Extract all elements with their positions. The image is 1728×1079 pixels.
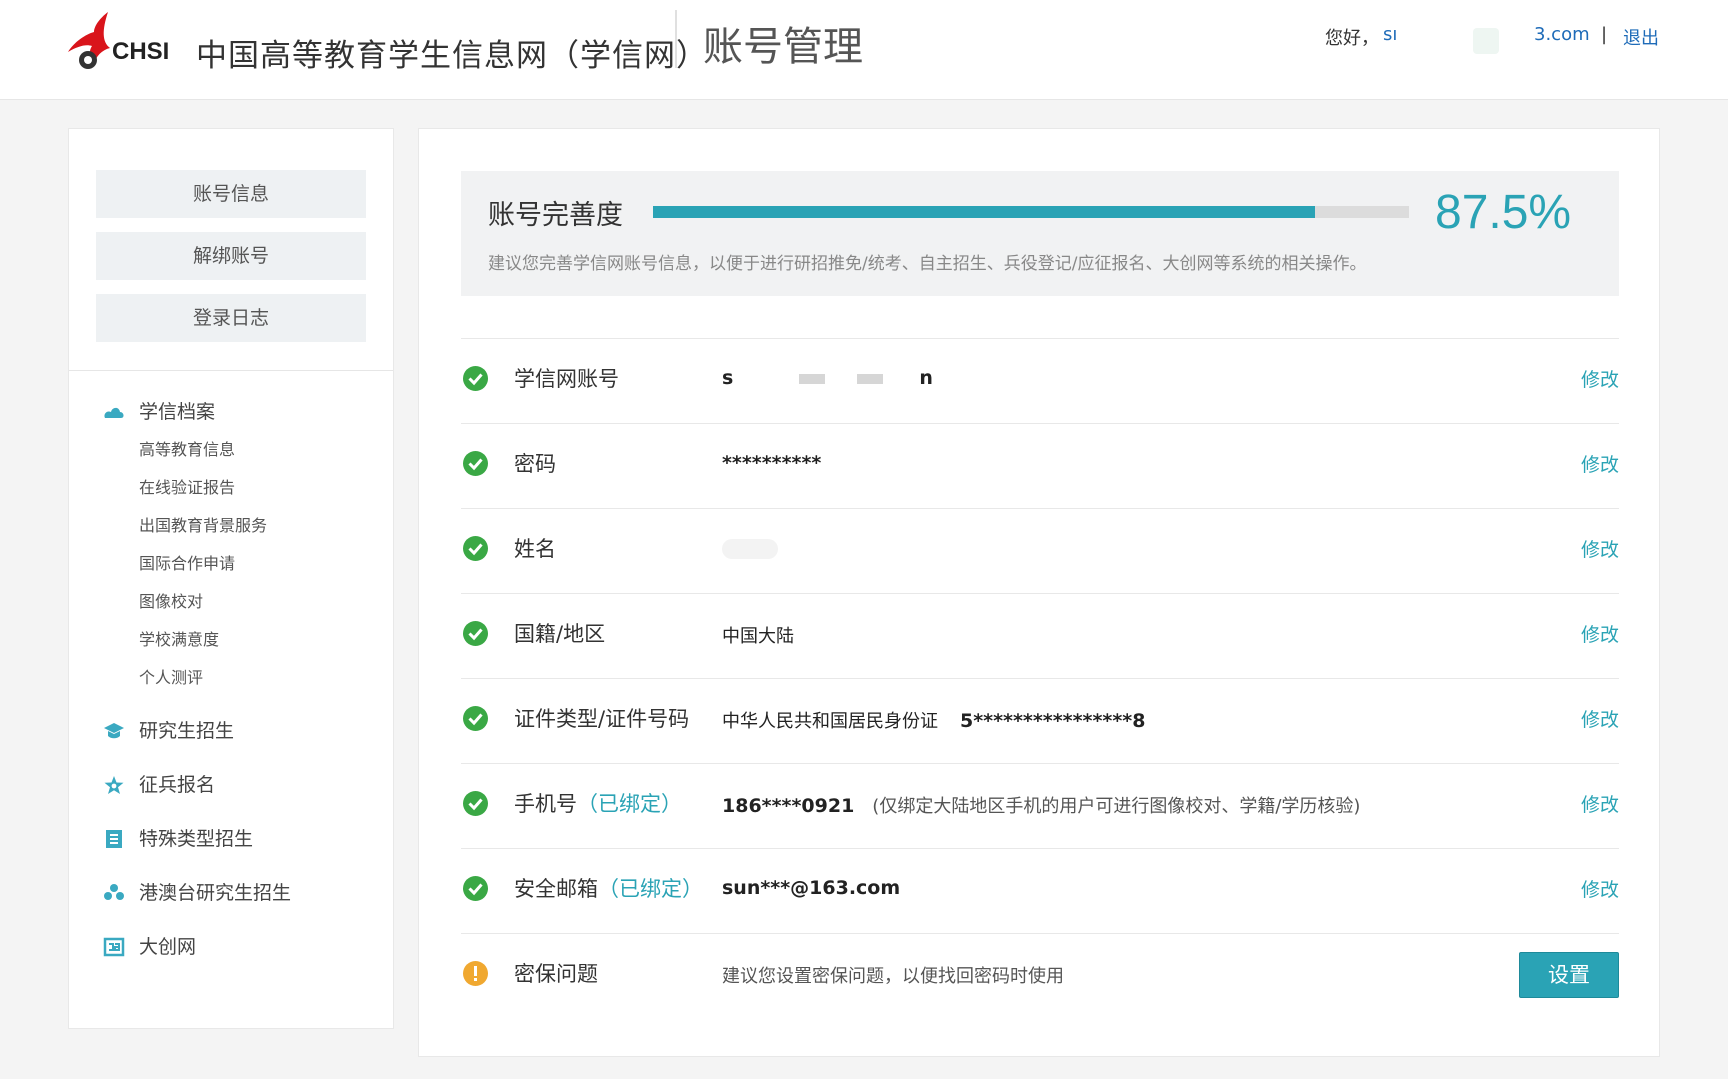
warning-circle-icon [463,961,488,986]
check-circle-icon [463,706,488,731]
sidebar-divider [69,370,393,371]
submenu-international-cooperation[interactable]: 国际合作申请 [139,552,235,576]
bound-badge: （已绑定） [598,877,703,901]
people-icon [104,884,124,900]
account-value-start: s [722,367,734,389]
logout-link[interactable]: 退出 [1623,24,1659,50]
completeness-progress-bar [653,206,1409,218]
menu-label: 研究生招生 [139,720,235,742]
check-circle-icon [463,791,488,816]
row-phone: 手机号（已绑定） 186****0921 (仅绑定大陆地区手机的用户可进行图像校对… [461,763,1619,848]
account-info-button[interactable]: 账号信息 [96,170,366,218]
check-circle-icon [463,451,488,476]
submenu-higher-education-info[interactable]: 高等教育信息 [139,438,235,462]
id-value: 中华人民共和国居民身份证 5****************8 [722,707,1145,733]
row-label: 姓名 [514,537,556,561]
row-account: 学信网账号 sn 修改 [461,338,1619,423]
row-email: 安全邮箱（已绑定） sun***@163.com 修改 [461,848,1619,933]
email-value: sun***@163.com [722,877,901,899]
security-question-tip: 建议您设置密保问题，以便找回密码时使用 [722,966,1064,987]
submenu-school-satisfaction[interactable]: 学校满意度 [139,628,219,652]
redaction-mark [799,373,826,384]
submenu-image-proofreading[interactable]: 图像校对 [139,590,203,614]
menu-label: 港澳台研究生招生 [139,882,292,904]
sidebar: 账号信息 解绑账号 登录日志 学信档案 高等教育信息 在线验证报告 出国教育背景… [68,128,394,1029]
graduation-cap-icon [104,723,124,739]
row-label: 国籍/地区 [514,622,606,646]
username-redaction [1397,26,1477,48]
header-separator: | [1601,24,1608,45]
phone-number: 186****0921 [722,795,855,817]
unbind-account-button[interactable]: 解绑账号 [96,232,366,280]
page-title: 账号管理 [703,24,863,70]
id-number: 5****************8 [960,710,1146,732]
edit-password-link[interactable]: 修改 [1581,450,1619,477]
row-password: 密码 ********** 修改 [461,423,1619,508]
completeness-label: 账号完善度 [488,200,623,231]
edit-phone-link[interactable]: 修改 [1581,790,1619,817]
submenu-personal-assessment[interactable]: 个人测评 [139,666,203,690]
innovation-icon [103,937,125,957]
completeness-box: 账号完善度 87.5% 建议您完善学信网账号信息，以便于进行研招推免/统考、自主… [461,171,1619,296]
edit-nationality-link[interactable]: 修改 [1581,620,1619,647]
password-value: ********** [722,452,822,474]
username-start[interactable]: sı [1383,24,1397,45]
row-label: 密保问题 [514,962,598,986]
nationality-value: 中国大陆 [722,626,794,647]
bound-badge: （已绑定） [577,792,682,816]
submenu-online-verification-report[interactable]: 在线验证报告 [139,476,235,500]
completeness-tip: 建议您完善学信网账号信息，以便于进行研招推免/统考、自主招生、兵役登记/应征报名… [488,254,1367,274]
document-icon [106,830,122,848]
phone-label: 手机号 [514,792,577,816]
row-name: 姓名 修改 [461,508,1619,593]
row-label: 安全邮箱（已绑定） [514,873,703,903]
phone-value: 186****0921 (仅绑定大陆地区手机的用户可进行图像校对、学籍/学历核验) [722,792,1360,818]
row-id-document: 证件类型/证件号码 中华人民共和国居民身份证 5****************8… [461,678,1619,763]
submenu-overseas-education-service[interactable]: 出国教育背景服务 [139,514,267,538]
edit-id-link[interactable]: 修改 [1581,705,1619,732]
completeness-percent: 87.5% [1435,186,1572,239]
cloud-icon [104,407,124,418]
row-security-question: 密保问题 建议您设置密保问题，以便找回密码时使用 设置 [461,933,1619,1018]
star-icon [104,776,124,794]
menu-label: 征兵报名 [139,774,216,796]
row-label: 密码 [514,452,556,476]
check-circle-icon [463,621,488,646]
account-panel: 账号完善度 87.5% 建议您完善学信网账号信息，以便于进行研招推免/统考、自主… [418,128,1660,1057]
greeting-text: 您好， [1325,28,1379,49]
check-circle-icon [463,366,488,391]
top-header: CHSI 中国高等教育学生信息网（学信网） 账号管理 您好， sı 3.com … [0,0,1728,100]
edit-account-link[interactable]: 修改 [1581,365,1619,392]
logo-text: CHSI [112,38,170,65]
edit-email-link[interactable]: 修改 [1581,875,1619,902]
row-nationality: 国籍/地区 中国大陆 修改 [461,593,1619,678]
account-value-end: n [919,367,933,389]
menu-label: 大创网 [139,936,197,958]
username-redaction-blob [1473,28,1499,54]
menu-label: 学信档案 [139,401,216,423]
row-label: 手机号（已绑定） [514,788,682,818]
edit-name-link[interactable]: 修改 [1581,535,1619,562]
username-end[interactable]: 3.com [1534,24,1590,45]
header-divider [675,10,677,68]
row-label: 证件类型/证件号码 [514,707,690,731]
account-value: sn [722,367,933,389]
email-label: 安全邮箱 [514,877,598,901]
name-value [722,537,778,559]
redaction-mark [857,373,884,384]
site-name: 中国高等教育学生信息网（学信网） [196,38,708,74]
set-security-question-button[interactable]: 设置 [1519,952,1619,998]
id-type: 中华人民共和国居民身份证 [722,711,938,732]
completeness-progress-fill [653,206,1315,218]
phone-note: (仅绑定大陆地区手机的用户可进行图像校对、学籍/学历核验) [872,796,1361,817]
row-label: 学信网账号 [514,367,619,391]
check-circle-icon [463,876,488,901]
menu-label: 特殊类型招生 [139,828,254,850]
login-log-button[interactable]: 登录日志 [96,294,366,342]
check-circle-icon [463,536,488,561]
